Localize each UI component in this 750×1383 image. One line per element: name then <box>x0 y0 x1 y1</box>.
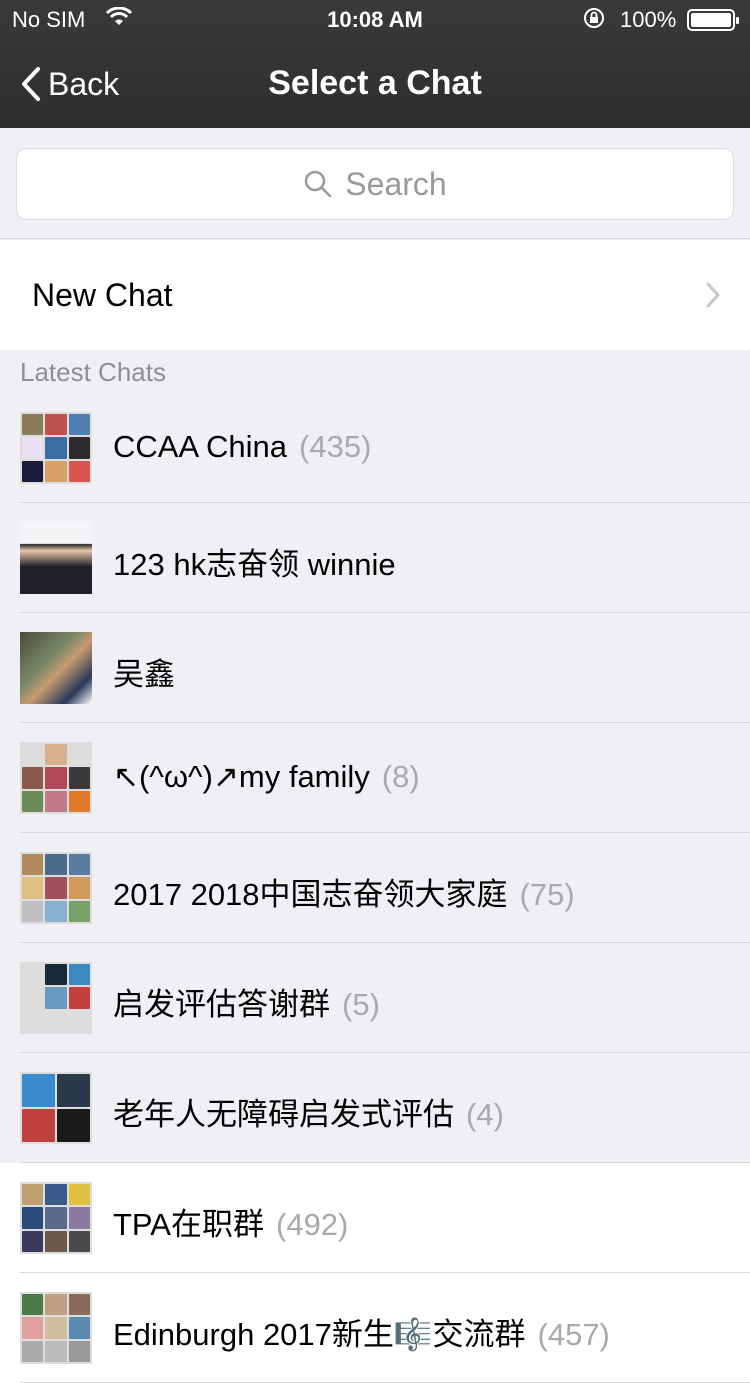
member-count: (435) <box>299 429 372 464</box>
new-chat-row[interactable]: New Chat <box>0 240 750 350</box>
rotation-lock-icon <box>582 6 606 30</box>
group-avatar <box>20 742 92 814</box>
member-count: (492) <box>276 1207 349 1242</box>
chat-name: 吴鑫 <box>113 657 175 692</box>
chat-row[interactable]: ↖(^ω^)↗my family (8) <box>0 723 750 833</box>
new-chat-label: New Chat <box>32 276 173 313</box>
page-title: Select a Chat <box>268 64 482 102</box>
chat-list: CCAA China (435) 123 hk志奋领 winnie 吴鑫 ↖(^ω… <box>0 393 750 1383</box>
chat-name: 老年人无障碍启发式评估 (4) <box>113 1097 504 1132</box>
chat-row[interactable]: Edinburgh 2017新生🎼交流群 (457) <box>0 1273 750 1383</box>
avatar <box>20 632 92 704</box>
search-area: Search <box>0 128 750 239</box>
avatar <box>20 522 92 594</box>
chat-row[interactable]: 2017 2018中国志奋领大家庭 (75) <box>0 833 750 943</box>
chat-name: ↖(^ω^)↗my family (8) <box>113 759 420 794</box>
group-avatar <box>20 1292 92 1364</box>
chat-row[interactable]: TPA在职群 (492) <box>0 1163 750 1273</box>
chat-row[interactable]: CCAA China (435) <box>0 393 750 503</box>
chat-name: 123 hk志奋领 winnie <box>113 547 396 582</box>
search-icon <box>305 170 332 198</box>
chevron-right-icon <box>706 282 720 308</box>
battery-percent: 100% <box>620 7 677 32</box>
member-count: (75) <box>519 877 575 912</box>
status-bar: No SIM 10:08 AM 100% <box>0 0 750 40</box>
latest-chats-header: Latest Chats <box>20 357 166 387</box>
search-input[interactable]: Search <box>16 148 734 220</box>
search-placeholder: Search <box>345 165 447 202</box>
chat-name: CCAA China (435) <box>113 429 372 464</box>
navigation-header: No SIM 10:08 AM 100% Back Select a Chat <box>0 0 750 128</box>
chat-row[interactable]: 吴鑫 <box>0 613 750 723</box>
chat-name: 2017 2018中国志奋领大家庭 (75) <box>113 877 575 912</box>
group-avatar <box>20 962 92 1034</box>
group-avatar <box>20 852 92 924</box>
chat-row[interactable]: 123 hk志奋领 winnie <box>0 503 750 613</box>
group-avatar <box>20 1182 92 1254</box>
member-count: (4) <box>466 1097 504 1132</box>
member-count: (457) <box>537 1317 610 1352</box>
chat-name: TPA在职群 (492) <box>113 1207 349 1242</box>
chat-name: Edinburgh 2017新生🎼交流群 (457) <box>113 1317 610 1352</box>
member-count: (5) <box>342 987 380 1022</box>
member-count: (8) <box>381 759 420 794</box>
battery-icon <box>687 9 739 31</box>
group-avatar <box>20 1072 92 1144</box>
chat-row[interactable]: 启发评估答谢群 (5) <box>0 943 750 1053</box>
chat-name: 启发评估答谢群 (5) <box>113 987 380 1022</box>
group-avatar <box>20 412 92 484</box>
chat-row[interactable]: 老年人无障碍启发式评估 (4) <box>0 1053 750 1163</box>
